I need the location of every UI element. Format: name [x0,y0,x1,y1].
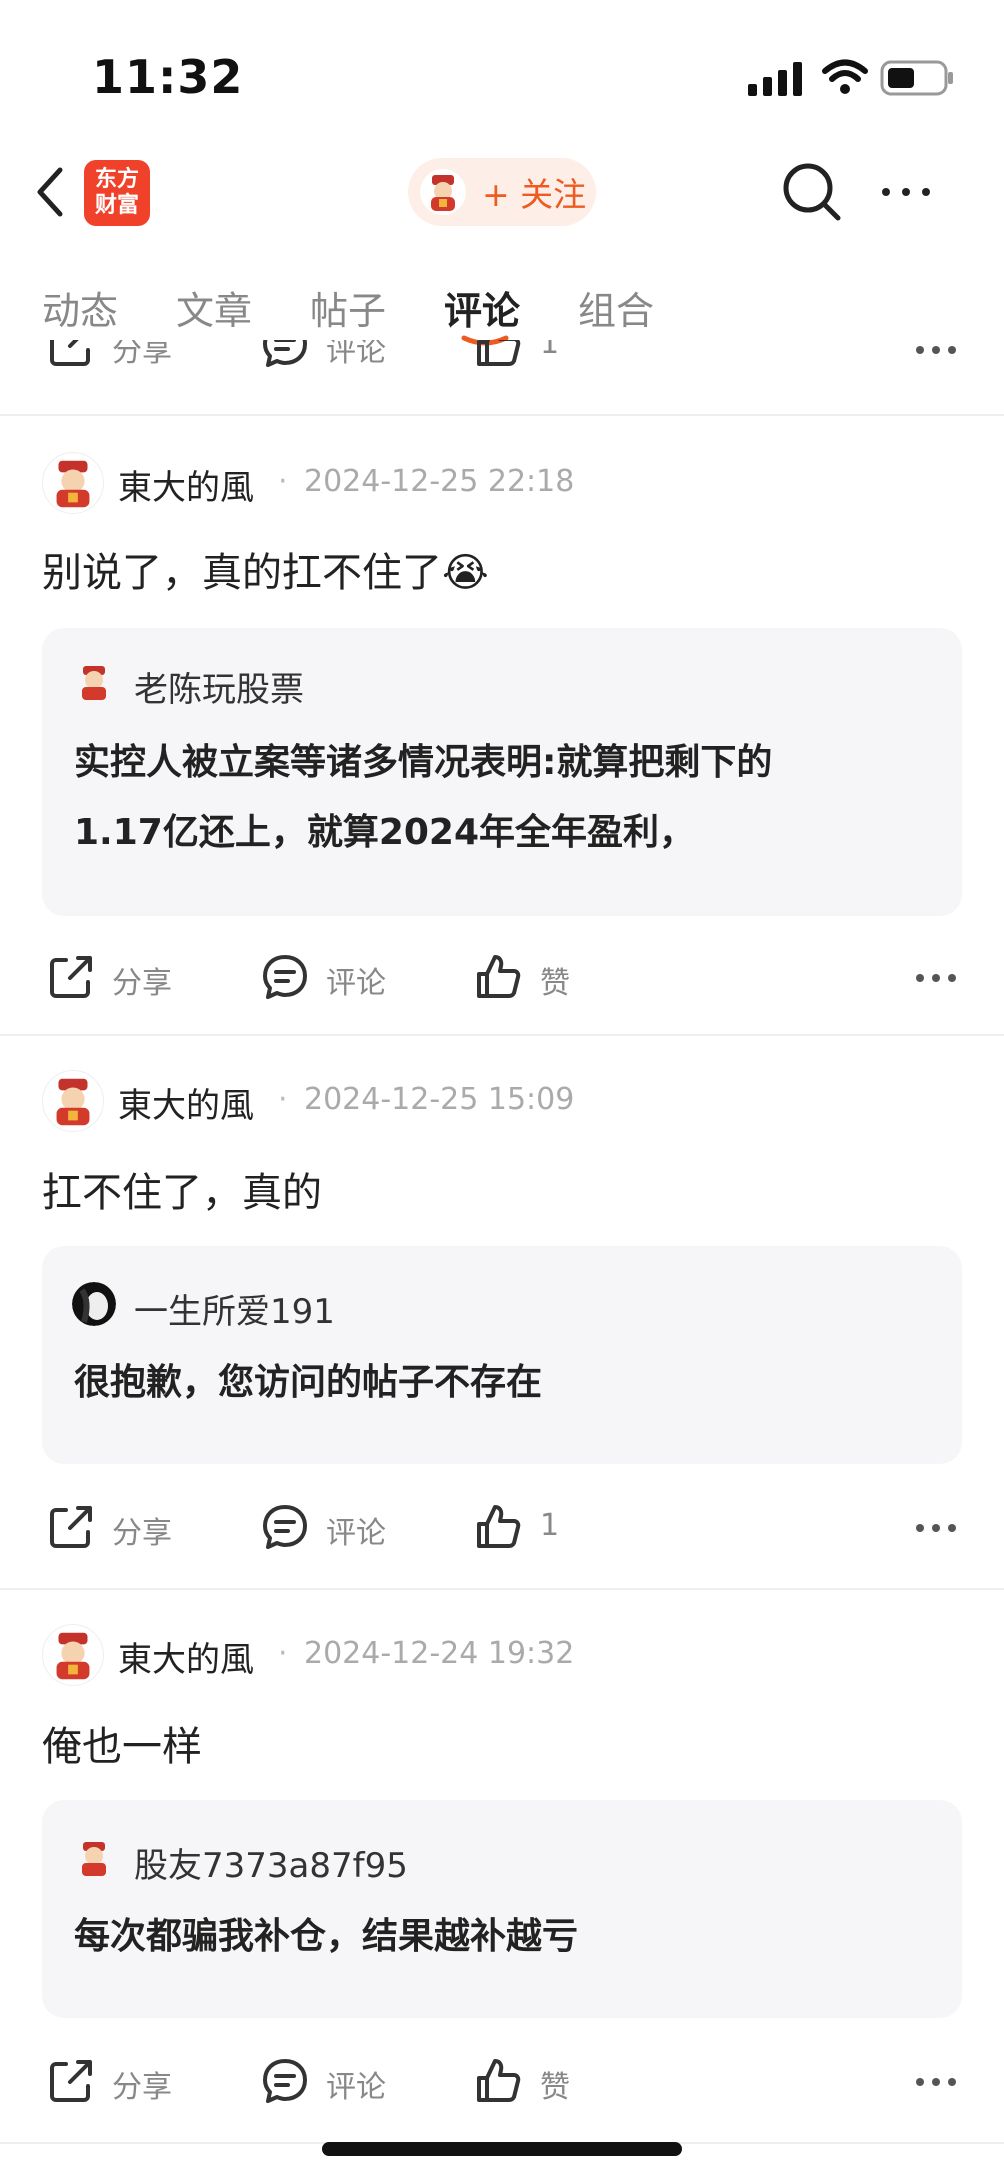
more-options-icon[interactable] [914,970,958,986]
comment-label: 评论 [326,1516,386,1551]
more-options-icon[interactable] [914,342,958,358]
share-label: 分享 [112,2070,172,2105]
like-label: 赞 [540,966,570,1001]
comment-card: 東大的風 · 2024-12-25 15:09 扛不住了，真的 一生所爱191 … [0,1036,1004,1588]
like-count: 1 [540,1508,560,1543]
home-indicator[interactable] [322,2142,682,2156]
quote-text-line: 每次都骗我补仓，结果越补越亏 [74,1916,579,1957]
tab-portfolio[interactable]: 组合 [578,280,654,335]
like-count: 1 [540,340,560,361]
like-icon[interactable] [474,2056,524,2106]
user-avatar-icon[interactable] [42,1070,104,1132]
quote-avatar-icon [72,1282,116,1326]
username[interactable]: 東大的風 [118,460,254,509]
user-avatar-icon[interactable] [42,1624,104,1686]
tab-posts[interactable]: 帖子 [310,280,386,335]
back-icon[interactable] [30,164,70,220]
more-options-icon[interactable] [878,178,934,206]
comment-icon[interactable] [260,952,310,1002]
quote-avatar-icon [82,666,106,700]
like-icon[interactable] [474,952,524,1002]
quoted-post[interactable]: 老陈玩股票 实控人被立案等诸多情况表明:就算把剩下的 1.17亿还上，就算202… [42,628,962,916]
quote-username: 老陈玩股票 [134,670,304,710]
wifi-icon [822,59,868,94]
quoted-post[interactable]: 股友7373a87f95 每次都骗我补仓，结果越补越亏 [42,1800,962,2018]
like-icon[interactable] [474,340,524,370]
post-text: 扛不住了，真的 [42,1170,322,1216]
timestamp: 2024-12-25 15:09 [304,1082,575,1117]
god-of-wealth-avatar-icon [420,169,466,215]
quote-avatar-icon [82,1842,106,1876]
quote-username: 股友7373a87f95 [134,1846,408,1886]
more-options-icon[interactable] [914,2074,958,2090]
cellular-signal-icon [748,62,802,96]
comment-label: 评论 [326,340,386,369]
search-icon[interactable] [780,160,844,224]
comment-card: 東大的風 · 2024-12-24 19:32 俺也一样 股友7373a87f9… [0,1590,1004,2142]
app-logo: 东方 财富 [84,160,150,226]
dot-separator: · [278,464,288,499]
post-text: 俺也一样 [42,1724,202,1770]
share-icon[interactable] [46,952,96,1002]
username[interactable]: 東大的風 [118,1632,254,1681]
comment-label: 评论 [326,966,386,1001]
share-label: 分享 [112,966,172,1001]
dot-separator: · [278,1636,288,1671]
status-time: 11:32 [92,50,244,104]
comment-label: 评论 [326,2070,386,2105]
share-label: 分享 [112,340,172,369]
share-icon[interactable] [46,1502,96,1552]
comment-card: 東大的風 · 2024-12-25 22:18 别说了，真的扛不住了😭 老陈玩股… [0,416,1004,1036]
follow-label: + 关注 [482,175,587,214]
like-label: 赞 [540,2070,570,2105]
dot-separator: · [278,1082,288,1117]
timestamp: 2024-12-24 19:32 [304,1636,575,1671]
quoted-post[interactable]: 一生所爱191 很抱歉，您访问的帖子不存在 [42,1246,962,1464]
partial-action-row: 分享 评论 1 [0,340,1004,380]
share-label: 分享 [112,1516,172,1551]
user-avatar-icon[interactable] [42,452,104,514]
like-icon[interactable] [474,1502,524,1552]
follow-button[interactable]: + 关注 [408,158,596,226]
comment-icon[interactable] [260,2056,310,2106]
quote-text-line: 1.17亿还上，就算2024年全年盈利， [74,812,696,853]
comment-icon[interactable] [260,1502,310,1552]
battery-icon [880,60,953,96]
quote-text-line: 很抱歉，您访问的帖子不存在 [74,1362,543,1403]
timestamp: 2024-12-25 22:18 [304,464,575,499]
tab-comments[interactable]: 评论 [444,280,520,335]
tab-articles[interactable]: 文章 [176,280,252,335]
username[interactable]: 東大的風 [118,1078,254,1127]
tab-dynamics[interactable]: 动态 [42,280,118,335]
quote-text-line: 实控人被立案等诸多情况表明:就算把剩下的 [74,742,773,783]
post-text: 别说了，真的扛不住了😭 [42,550,489,596]
comment-icon[interactable] [260,340,310,370]
more-options-icon[interactable] [914,1520,958,1536]
share-icon[interactable] [46,2056,96,2106]
share-icon[interactable] [46,340,96,370]
quote-username: 一生所爱191 [134,1292,335,1332]
